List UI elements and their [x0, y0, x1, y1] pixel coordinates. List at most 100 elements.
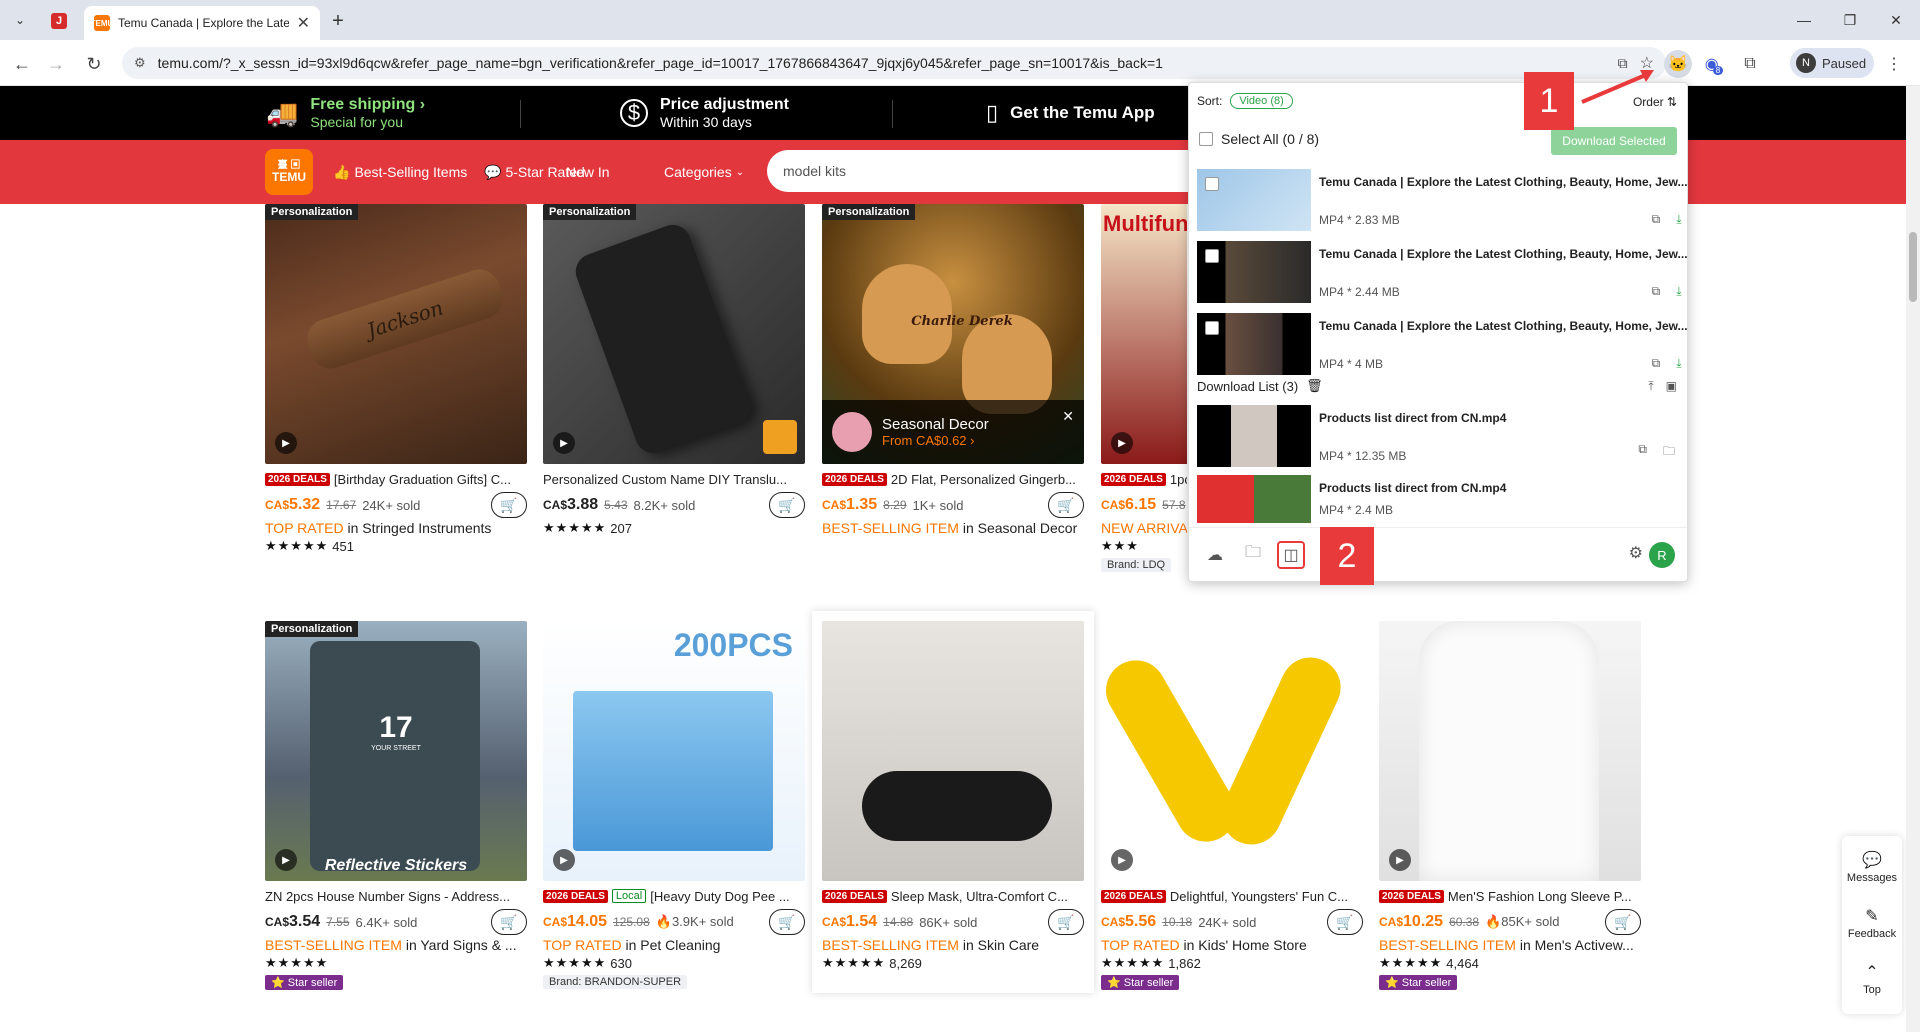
download-row[interactable]: Products list direct from CN.mp4 MP4 * 12… [1197, 405, 1681, 469]
forward-button[interactable]: → [42, 50, 70, 78]
minimize-button[interactable]: — [1784, 8, 1824, 32]
add-to-cart-icon[interactable]: 🛒 [1605, 909, 1641, 935]
free-shipping-promo[interactable]: 🚚 Free shipping › Special for you [266, 86, 425, 140]
upload-icon[interactable]: ⤒ [1648, 379, 1653, 394]
product-card[interactable]: 200PCS ▶ 2026 DEALS Local [Heavy Duty Dog … [543, 621, 805, 989]
tab-search-chevron-icon[interactable]: ⌄ [8, 8, 32, 32]
play-icon[interactable]: ▶ [1111, 432, 1133, 454]
product-card[interactable]: Jackson Personalization ▶ 2026 DEALS [Bir… [265, 204, 527, 554]
nav-categories[interactable]: Categories ⌄ [664, 140, 744, 204]
folder-icon[interactable]: 🗀 [1663, 442, 1675, 463]
nav-new-in[interactable]: New In [566, 140, 610, 204]
tab-pinned[interactable]: J [44, 8, 74, 34]
play-icon[interactable]: ▶ [1111, 849, 1133, 871]
download-selected-button[interactable]: Download Selected [1551, 127, 1677, 155]
product-card[interactable]: Personalization ▶ Personalized Custom Na… [543, 204, 805, 536]
copy-icon[interactable]: ⧉ [1638, 442, 1647, 463]
new-tab-button[interactable]: + [326, 9, 350, 33]
play-icon[interactable]: ▶ [1389, 849, 1411, 871]
restore-button[interactable]: ❐ [1830, 8, 1870, 32]
product-image[interactable] [822, 621, 1084, 881]
product-image[interactable]: ▶ [1379, 621, 1641, 881]
messages-button[interactable]: 💬 Messages [1842, 850, 1902, 884]
video-checkbox[interactable] [1205, 177, 1219, 191]
product-image[interactable]: ▶ [1101, 621, 1363, 881]
page-scrollbar[interactable] [1906, 86, 1920, 1032]
play-icon[interactable]: ▶ [275, 849, 297, 871]
side-panel-icon[interactable]: ◫ [1277, 540, 1305, 569]
product-card[interactable]: ▶ 2026 DEALS Men'S Fashion Long Sleeve P.… [1379, 621, 1641, 990]
select-all-checkbox[interactable] [1199, 132, 1213, 146]
product-image[interactable]: Multifun kitchen g ▶ [1101, 204, 1187, 464]
download-icon[interactable]: ⤓ [1676, 356, 1681, 371]
profile-button[interactable]: N Paused [1790, 48, 1874, 78]
settings-gear-icon[interactable]: ⚙ [1629, 543, 1643, 563]
tab-active[interactable]: TEMU Temu Canada | Explore the Latest ✕ [84, 6, 320, 40]
add-to-cart-icon[interactable]: 🛒 [491, 909, 527, 935]
add-to-cart-icon[interactable]: 🛒 [1048, 492, 1084, 518]
cloud-download-icon[interactable]: ☁ [1203, 543, 1227, 567]
select-all[interactable]: Select All (0 / 8) [1199, 131, 1319, 147]
product-card-hovered[interactable]: 2026 DEALS Sleep Mask, Ultra-Comfort C...… [812, 611, 1094, 993]
add-to-cart-icon[interactable]: 🛒 [1327, 909, 1363, 935]
extensions-puzzle-icon[interactable]: ⧉ [1736, 50, 1764, 78]
trash-icon[interactable]: 🗑 [1306, 378, 1323, 394]
product-card[interactable]: Multifun kitchen g ▶ 2026 DEALS1pc CA$6.… [1101, 204, 1187, 572]
nav-categories-label: Categories [664, 164, 732, 180]
play-icon[interactable]: ▶ [553, 432, 575, 454]
add-to-cart-icon[interactable]: 🛒 [769, 909, 805, 935]
star-seller-badge: ⭐ Star seller [1379, 975, 1458, 990]
copy-icon[interactable]: ⧉ [1652, 356, 1661, 371]
video-downloader-extension-icon[interactable]: 🐱 [1664, 50, 1692, 78]
video-filter-chip[interactable]: Video (8) [1230, 93, 1293, 109]
tab-close-icon[interactable]: ✕ [297, 13, 310, 33]
video-checkbox[interactable] [1205, 321, 1219, 335]
extension-icon[interactable]: ◉ 8 [1700, 50, 1728, 78]
address-bar[interactable]: ⚙ temu.com/?_x_sessn_id=93xl9d6qcw&refer… [122, 47, 1666, 79]
folder-icon[interactable]: 🗀 [1241, 543, 1265, 567]
site-info-icon[interactable]: ⚙ [134, 55, 146, 71]
product-image[interactable]: 17 YOUR STREET Reflective Stickers Person… [265, 621, 527, 881]
sold-count: 1K+ sold [912, 497, 964, 513]
popup-close-icon[interactable]: ✕ [1062, 408, 1074, 425]
download-row[interactable]: Products list direct from CN.mp4 MP4 * 2.… [1197, 475, 1681, 523]
copy-icon[interactable]: ⧉ [1652, 212, 1661, 227]
product-card[interactable]: ▶ 2026 DEALS Delightful, Youngsters' Fun … [1101, 621, 1363, 990]
product-image[interactable]: Personalization ▶ [543, 204, 805, 464]
video-row[interactable]: Temu Canada | Explore the Latest Clothin… [1197, 169, 1688, 233]
close-window-button[interactable]: ✕ [1876, 8, 1916, 32]
video-checkbox[interactable] [1205, 249, 1219, 263]
back-to-top-button[interactable]: ⌃ Top [1842, 962, 1902, 996]
video-row[interactable]: Temu Canada | Explore the Latest Clothin… [1197, 313, 1688, 377]
feedback-button[interactable]: ✎ Feedback [1842, 906, 1902, 940]
price-adjustment-promo[interactable]: $ Price adjustment Within 30 days [620, 86, 789, 140]
search-input[interactable]: model kits [767, 150, 1227, 192]
back-button[interactable]: ← [8, 50, 36, 78]
nav-best-selling[interactable]: 👍 Best-Selling Items [333, 140, 467, 204]
download-icon[interactable]: ⤓ [1676, 212, 1681, 227]
browser-menu-icon[interactable]: ⋮ [1880, 50, 1908, 78]
video-row[interactable]: Temu Canada | Explore the Latest Clothin… [1197, 241, 1688, 305]
product-price: CA$3.88 [543, 496, 598, 514]
play-icon[interactable]: ▶ [553, 849, 575, 871]
temu-logo[interactable]: 臺 ▣ TEMU [265, 149, 313, 195]
scrollbar-thumb[interactable] [1909, 232, 1917, 302]
get-app-promo[interactable]: ▯ Get the Temu App [986, 86, 1155, 140]
image-icon[interactable]: ▣ [1666, 379, 1677, 394]
sold-count: 8.2K+ sold [633, 497, 696, 513]
product-card[interactable]: 17 YOUR STREET Reflective Stickers Person… [265, 621, 527, 990]
product-image[interactable]: Charlie Derek Personalization Seasonal D… [822, 204, 1084, 464]
user-avatar[interactable]: R [1649, 542, 1675, 568]
seasonal-decor-popup[interactable]: Seasonal Decor From CA$0.62 › ✕ [822, 400, 1084, 464]
add-to-cart-icon[interactable]: 🛒 [1048, 909, 1084, 935]
product-image[interactable]: 200PCS ▶ [543, 621, 805, 881]
add-to-cart-icon[interactable]: 🛒 [491, 492, 527, 518]
add-to-cart-icon[interactable]: 🛒 [769, 492, 805, 518]
download-icon[interactable]: ⤓ [1676, 284, 1681, 299]
copy-icon[interactable]: ⧉ [1652, 284, 1661, 299]
product-card[interactable]: Charlie Derek Personalization Seasonal D… [822, 204, 1084, 536]
reload-button[interactable]: ↻ [80, 50, 108, 78]
play-icon[interactable]: ▶ [275, 432, 297, 454]
sold-count: 🔥3.9K+ sold [655, 914, 734, 929]
product-image[interactable]: Jackson Personalization ▶ [265, 204, 527, 464]
